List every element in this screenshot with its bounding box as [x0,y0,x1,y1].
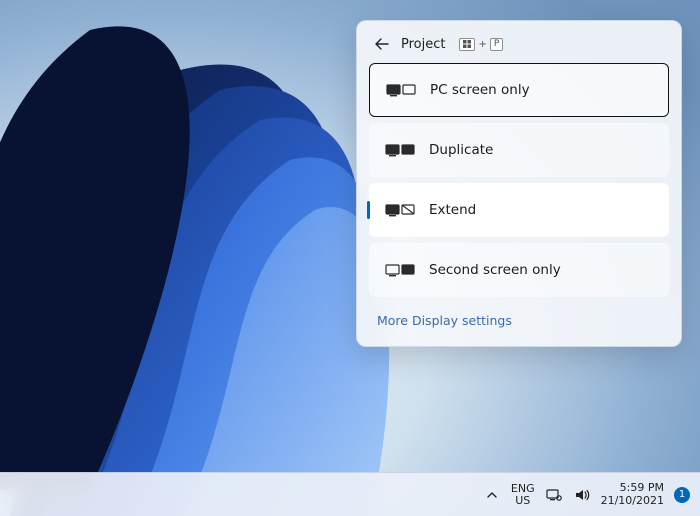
option-pc-screen-only[interactable]: PC screen only [369,63,669,117]
back-arrow-icon[interactable] [373,35,391,53]
option-duplicate[interactable]: Duplicate [369,123,669,177]
win-key-icon [459,38,475,51]
project-options-list: PC screen only Duplicate [363,63,675,297]
second-screen-only-icon [385,261,415,279]
option-label: Extend [429,202,476,218]
language-indicator[interactable]: ENG US [511,483,535,506]
network-icon[interactable] [545,486,563,504]
option-label: Second screen only [429,262,561,278]
shortcut-hint: + P [459,38,503,51]
volume-icon[interactable] [573,486,591,504]
project-flyout-header: Project + P [363,29,675,63]
project-flyout-title: Project [401,37,445,52]
taskbar: ENG US 5:59 PM 21/10/2021 1 [0,472,700,516]
option-label: Duplicate [429,142,493,158]
plus-icon: + [477,39,487,50]
project-flyout: Project + P PC screen only [356,20,682,347]
option-extend[interactable]: Extend [369,183,669,237]
date: 21/10/2021 [601,495,664,508]
tray-overflow-chevron-icon[interactable] [483,486,501,504]
notification-badge[interactable]: 1 [674,487,690,503]
pc-screen-only-icon [386,81,416,99]
more-display-settings-link[interactable]: More Display settings [363,297,675,340]
time: 5:59 PM [601,482,664,495]
option-second-screen-only[interactable]: Second screen only [369,243,669,297]
extend-icon [385,201,415,219]
lang-bottom: US [511,495,535,507]
desktop: TheWindowsClub Project + P [0,0,700,516]
option-label: PC screen only [430,82,530,98]
duplicate-icon [385,141,415,159]
clock[interactable]: 5:59 PM 21/10/2021 [601,482,664,507]
p-key: P [490,38,503,51]
lang-top: ENG [511,483,535,495]
